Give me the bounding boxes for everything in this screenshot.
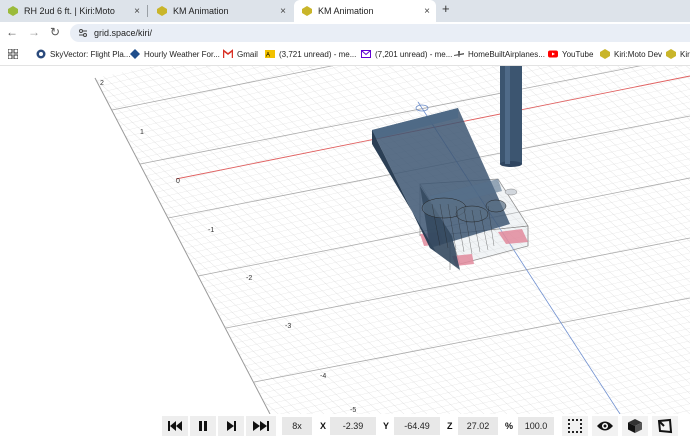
grid-platform: [95, 66, 690, 414]
url-text: grid.space/kiri/: [94, 28, 153, 38]
x-coordinate: -2.39: [330, 417, 376, 435]
weather-icon: [130, 49, 140, 59]
bookmark-aol-mail[interactable]: A (3,721 unread) - me...: [265, 49, 356, 59]
toggle-solid-button[interactable]: [622, 416, 648, 436]
svg-text:A: A: [266, 53, 270, 59]
tab-km-animation-1[interactable]: KM Animation ×: [149, 0, 292, 22]
kirimoto-favicon-icon: [666, 49, 676, 59]
bookmark-skyvector[interactable]: SkyVector: Flight Pla...: [36, 49, 130, 59]
axis-label: 2: [100, 80, 104, 87]
axis-label: -1: [208, 227, 214, 234]
new-tab-button[interactable]: +: [442, 1, 450, 16]
eye-icon: [597, 421, 613, 431]
address-bar: ← → ↻ grid.space/kiri/: [0, 22, 690, 44]
url-field[interactable]: grid.space/kiri/: [70, 24, 690, 42]
kirimoto-favicon-icon: [302, 6, 312, 16]
apps-button[interactable]: [8, 49, 22, 59]
bookmark-kirimoto-dev[interactable]: Kiri:Moto Dev: [600, 49, 662, 59]
y-coordinate: -64.49: [394, 417, 440, 435]
workspace-scene[interactable]: 2 1 0 -1 -2 -3 -4 -5: [0, 66, 690, 414]
reload-button[interactable]: ↻: [50, 25, 60, 39]
bookmark-label: SkyVector: Flight Pla...: [50, 49, 131, 59]
skip-start-icon: [168, 421, 182, 431]
youtube-icon: [548, 50, 558, 58]
3d-viewport[interactable]: 2 1 0 -1 -2 -3 -4 -5: [0, 66, 690, 414]
tab-rh-2ud[interactable]: RH 2ud 6 ft. | Kiri:Moto ×: [0, 0, 146, 22]
percent-label: %: [505, 421, 514, 431]
bookmark-youtube[interactable]: YouTube: [548, 49, 593, 59]
pause-button[interactable]: [190, 416, 216, 436]
aol-mail-icon: A: [265, 50, 275, 59]
dots-grid-icon: [568, 419, 582, 433]
bookmark-label: Gmail: [237, 49, 258, 59]
close-icon[interactable]: ×: [280, 6, 286, 17]
axis-label: -2: [246, 275, 252, 282]
kirimoto-favicon-icon: [157, 6, 167, 16]
bookmark-yahoo-mail[interactable]: (7,201 unread) - me...: [361, 49, 452, 59]
toggle-visibility-button[interactable]: [592, 416, 618, 436]
step-forward-icon: [227, 421, 236, 431]
bookmark-label: Hourly Weather For...: [144, 49, 220, 59]
bookmark-weather[interactable]: Hourly Weather For...: [130, 49, 220, 59]
close-icon[interactable]: ×: [134, 6, 140, 17]
apps-grid-icon: [8, 49, 18, 59]
skip-start-button[interactable]: [162, 416, 188, 436]
axis-label: -3: [285, 323, 291, 330]
axis-label: -4: [320, 373, 326, 380]
bookmark-homebuilt[interactable]: HomeBuiltAirplanes...: [454, 49, 545, 59]
toggle-stock-button[interactable]: [562, 416, 588, 436]
tab-bar: RH 2ud 6 ft. | Kiri:Moto × KM Animation …: [0, 0, 690, 22]
kirimoto-favicon-icon: [600, 49, 610, 59]
tab-title: KM Animation: [173, 6, 229, 16]
bookmarks-bar: SkyVector: Flight Pla... Hourly Weather …: [0, 44, 690, 66]
bookmark-label: (3,721 unread) - me...: [279, 49, 357, 59]
site-info-icon[interactable]: [78, 28, 88, 38]
bookmark-label: Kiri: [680, 49, 690, 59]
y-label: Y: [383, 421, 390, 431]
x-label: X: [320, 421, 327, 431]
skyvector-icon: [36, 49, 46, 59]
close-icon[interactable]: ×: [424, 6, 430, 17]
kirimoto-favicon-icon: [8, 6, 18, 16]
bookmark-label: (7,201 unread) - me...: [375, 49, 453, 59]
forward-button[interactable]: →: [28, 25, 40, 39]
fast-forward-icon: [253, 421, 269, 431]
axis-label: 1: [140, 129, 144, 136]
back-button[interactable]: ←: [6, 25, 18, 39]
pause-icon: [199, 421, 207, 431]
cube-solid-icon: [628, 419, 642, 433]
tab-separator: [147, 5, 148, 17]
cube-outline-icon: [657, 418, 673, 434]
bookmark-label: YouTube: [562, 49, 594, 59]
bookmark-label: Kiri:Moto Dev: [614, 49, 663, 59]
speed-selector[interactable]: 8x: [282, 417, 312, 435]
gmail-icon: [223, 49, 233, 58]
progress-percent: 100.0: [518, 417, 554, 435]
bookmark-gmail[interactable]: Gmail: [223, 49, 258, 59]
axis-label: 0: [176, 178, 180, 185]
axis-label: -5: [350, 407, 356, 414]
z-coordinate: 27.02: [458, 417, 498, 435]
bookmark-kiri[interactable]: Kiri: [666, 49, 690, 59]
yahoo-mail-icon: [361, 50, 371, 58]
bookmark-label: HomeBuiltAirplanes...: [468, 49, 545, 59]
fast-forward-button[interactable]: [246, 416, 276, 436]
step-forward-button[interactable]: [218, 416, 244, 436]
tab-title: RH 2ud 6 ft. | Kiri:Moto: [24, 6, 115, 16]
animation-controls: 8x X -2.39 Y -64.49 Z 27.02 % 100.0: [0, 414, 690, 438]
tab-title: KM Animation: [318, 6, 374, 16]
tab-km-animation-2[interactable]: KM Animation ×: [294, 0, 436, 22]
z-label: Z: [447, 421, 453, 431]
homebuilt-icon: [454, 51, 464, 57]
toggle-wireframe-button[interactable]: [652, 416, 678, 436]
